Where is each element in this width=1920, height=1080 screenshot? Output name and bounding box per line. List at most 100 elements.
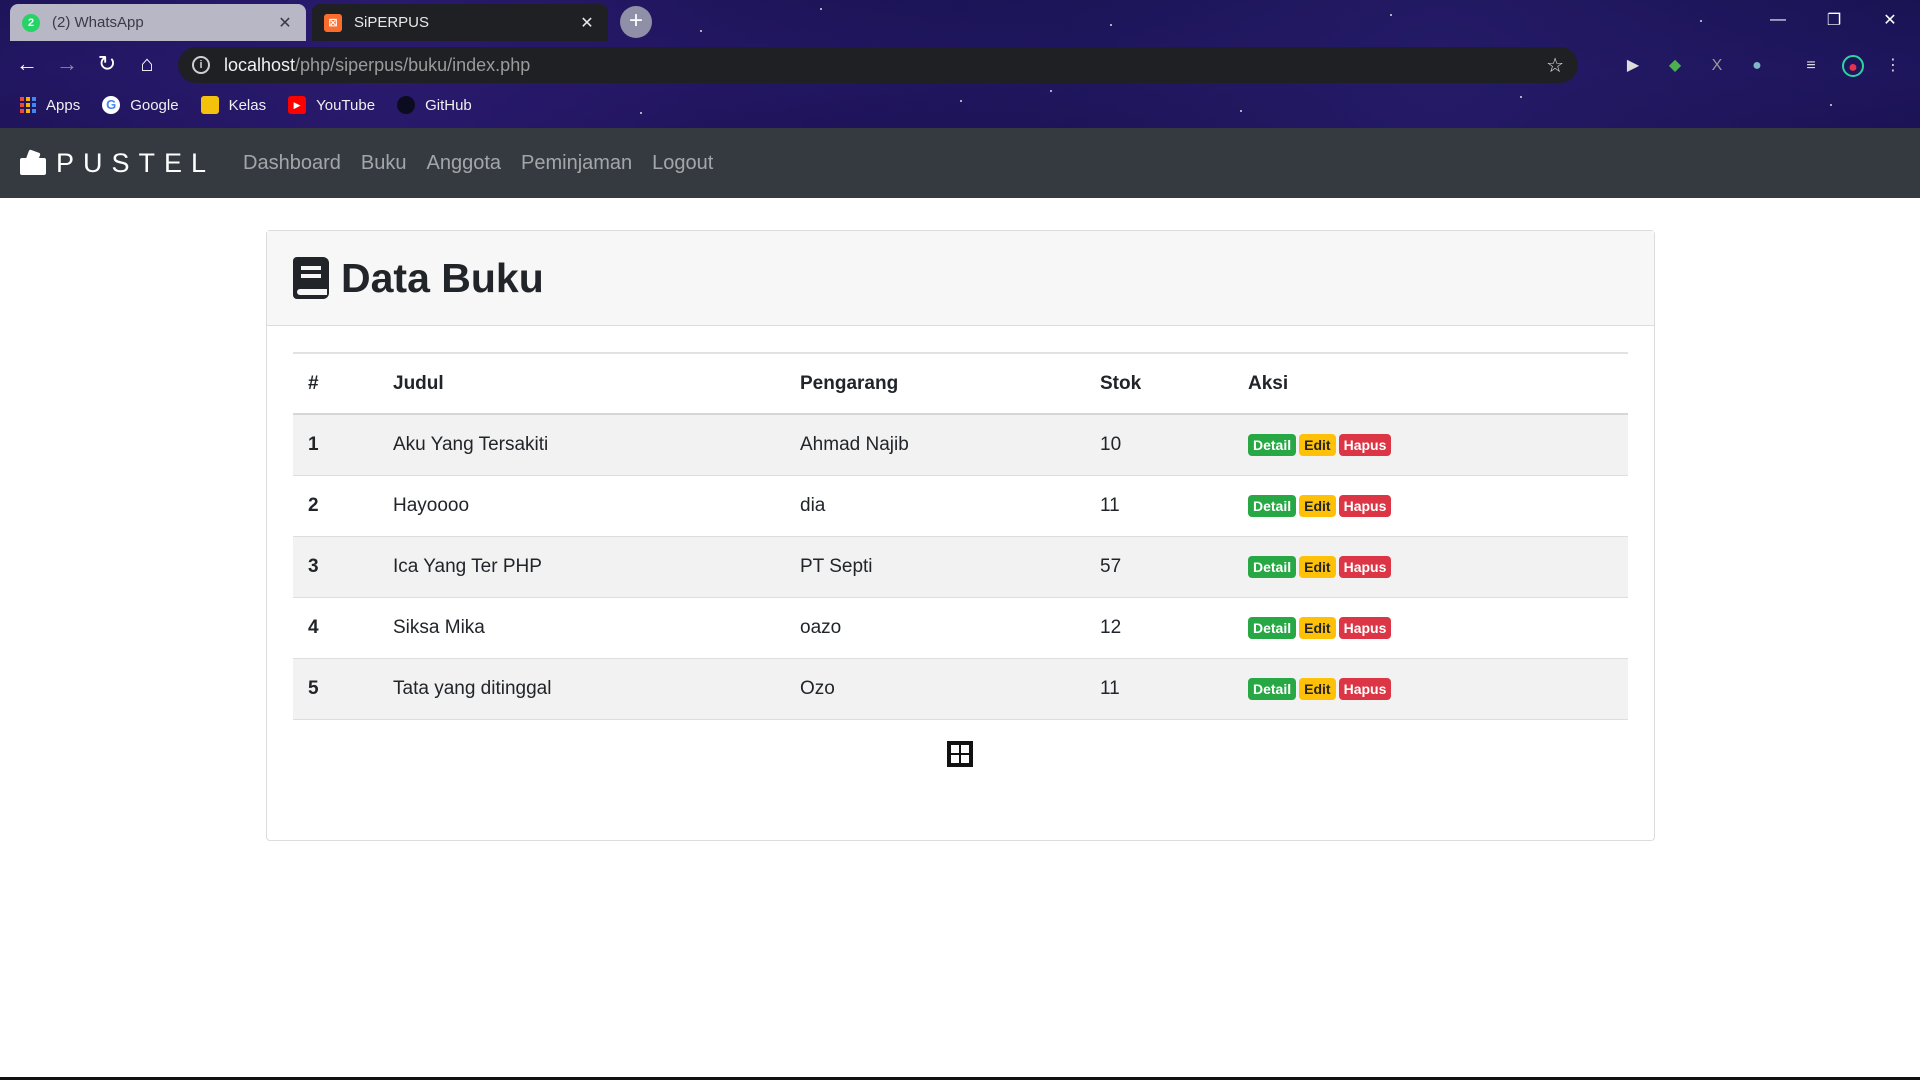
edit-button[interactable]: Edit (1299, 433, 1336, 456)
apps-grid-icon (20, 97, 36, 113)
nav-link-dashboard[interactable]: Dashboard (243, 152, 341, 175)
tab-title: SiPERPUS (354, 14, 430, 31)
edit-button[interactable]: Edit (1299, 677, 1336, 700)
table-row: 3 Ica Yang Ter PHP PT Septi 57 Detail Edit Hap… (293, 536, 1628, 598)
detail-button[interactable]: Detail (1248, 494, 1297, 517)
address-bar[interactable]: i localhost/php/siperpus/buku/index.php … (178, 47, 1578, 83)
browser-chrome: 2 (2) WhatsApp ✕ ⊠ SiPERPUS ✕ + — ❐ ✕ ← … (0, 0, 1920, 128)
delete-button[interactable]: Hapus (1338, 616, 1392, 639)
book-stock: 12 (1085, 597, 1233, 659)
delete-button[interactable]: Hapus (1338, 677, 1392, 700)
bookmark-youtube[interactable]: ▶ YouTube (288, 96, 375, 114)
edit-button[interactable]: Edit (1299, 616, 1336, 639)
profile-avatar[interactable]: ● (1842, 55, 1864, 77)
nav-link-buku[interactable]: Buku (361, 152, 407, 175)
detail-button[interactable]: Detail (1248, 555, 1297, 578)
detail-button[interactable]: Detail (1248, 433, 1297, 456)
bookmark-google[interactable]: G Google (102, 96, 179, 114)
column-header: Aksi (1233, 352, 1628, 415)
bookmark-label: Kelas (228, 96, 267, 114)
row-number: 4 (293, 597, 378, 659)
bookmark-star-icon[interactable]: ☆ (1546, 53, 1564, 78)
column-header: Pengarang (785, 352, 1085, 415)
row-actions: Detail Edit Hapus (1233, 475, 1628, 537)
x-extension-icon[interactable]: X (1706, 55, 1728, 77)
info-icon[interactable]: i (192, 56, 210, 74)
tab-siperpus[interactable]: ⊠ SiPERPUS ✕ (312, 4, 608, 41)
close-window-button[interactable]: ✕ (1862, 0, 1918, 40)
brand-name: PUSTEL (56, 147, 216, 178)
book-author: Ozo (785, 658, 1085, 720)
column-header: # (293, 352, 378, 415)
url-host: localhost (224, 54, 296, 75)
browser-toolbar: ← → ↻ ⌂ i localhost/php/siperpus/buku/in… (0, 41, 1920, 87)
app-navbar: PUSTEL Dashboard Buku Anggota Peminjaman… (0, 128, 1920, 198)
nav-link-anggota[interactable]: Anggota (426, 152, 501, 175)
google-icon: G (102, 96, 121, 114)
url-path: /php/siperpus/buku/index.php (295, 54, 531, 75)
new-tab-button[interactable]: + (620, 6, 652, 38)
table-row: 4 Siksa Mika oazo 12 Detail Edit Hapus (293, 597, 1628, 659)
book-title: Tata yang ditinggal (378, 658, 785, 720)
bookmark-label: GitHub (425, 96, 472, 114)
book-stock: 11 (1085, 475, 1233, 537)
table-row: 2 Hayoooo dia 11 Detail Edit Hapus (293, 475, 1628, 537)
table-row: 5 Tata yang ditinggal Ozo 11 Detail Edit Hapus (293, 658, 1628, 720)
book-stock: 11 (1085, 658, 1233, 720)
close-tab-icon[interactable]: ✕ (578, 13, 596, 33)
book-stock: 10 (1085, 414, 1233, 476)
book-author: Ahmad Najib (785, 414, 1085, 476)
brand-logo[interactable]: PUSTEL (20, 148, 215, 179)
nav-link-logout[interactable]: Logout (652, 152, 713, 175)
tab-whatsapp[interactable]: 2 (2) WhatsApp ✕ (10, 4, 306, 41)
column-header: Judul (378, 352, 785, 415)
book-title: Siksa Mika (378, 597, 785, 659)
forward-icon[interactable]: → (52, 49, 82, 79)
detail-button[interactable]: Detail (1248, 616, 1297, 639)
reload-icon[interactable]: ↻ (92, 49, 122, 79)
tab-strip: 2 (2) WhatsApp ✕ ⊠ SiPERPUS ✕ + — ❐ ✕ (0, 0, 1920, 41)
row-actions: Detail Edit Hapus (1233, 414, 1628, 476)
book-title: Hayoooo (378, 475, 785, 537)
delete-button[interactable]: Hapus (1338, 494, 1392, 517)
table-header-row: # Judul Pengarang Stok Aksi (293, 352, 1628, 415)
edit-button[interactable]: Edit (1299, 555, 1336, 578)
xampp-icon: ⊠ (324, 13, 342, 32)
bookmarks-bar: Apps G Google Kelas ▶ YouTube GitHub (0, 87, 1920, 123)
row-actions: Detail Edit Hapus (1233, 536, 1628, 598)
bookmark-apps[interactable]: Apps (20, 97, 80, 114)
bookmark-kelas[interactable]: Kelas (200, 96, 267, 114)
bookmark-label: Google (130, 96, 179, 114)
close-tab-icon[interactable]: ✕ (276, 13, 294, 33)
restore-button[interactable]: ❐ (1806, 0, 1862, 40)
delete-button[interactable]: Hapus (1338, 555, 1392, 578)
row-number: 5 (293, 658, 378, 720)
card-header: Data Buku (267, 231, 1654, 326)
book-author: oazo (785, 597, 1085, 659)
back-icon[interactable]: ← (12, 49, 42, 79)
bookmark-github[interactable]: GitHub (397, 96, 472, 114)
page-title: Data Buku (341, 254, 544, 301)
nav-link-peminjaman[interactable]: Peminjaman (521, 152, 632, 175)
bookmark-label: YouTube (316, 96, 376, 114)
edit-button[interactable]: Edit (1299, 494, 1336, 517)
table-grid-icon[interactable] (947, 741, 973, 767)
play-extension-icon[interactable]: ▶ (1622, 55, 1644, 77)
detail-button[interactable]: Detail (1248, 677, 1297, 700)
classroom-icon (200, 96, 219, 114)
home-icon[interactable]: ⌂ (132, 49, 162, 79)
youtube-icon: ▶ (288, 96, 307, 114)
column-header: Stok (1085, 352, 1233, 415)
colorful-extension-icon[interactable]: ◆ (1664, 55, 1686, 77)
row-number: 1 (293, 414, 378, 476)
whatsapp-icon: 2 (22, 13, 40, 32)
book-title: Aku Yang Tersakiti (378, 414, 785, 476)
book-stock: 57 (1085, 536, 1233, 598)
media-queue-icon[interactable]: ≡ (1800, 55, 1822, 77)
book-author: PT Septi (785, 536, 1085, 598)
row-actions: Detail Edit Hapus (1233, 658, 1628, 720)
delete-button[interactable]: Hapus (1338, 433, 1392, 456)
menu-dots-icon[interactable]: ⋮ (1882, 55, 1904, 77)
minimize-button[interactable]: — (1750, 0, 1806, 40)
cat-extension-icon[interactable]: ● (1746, 55, 1768, 77)
